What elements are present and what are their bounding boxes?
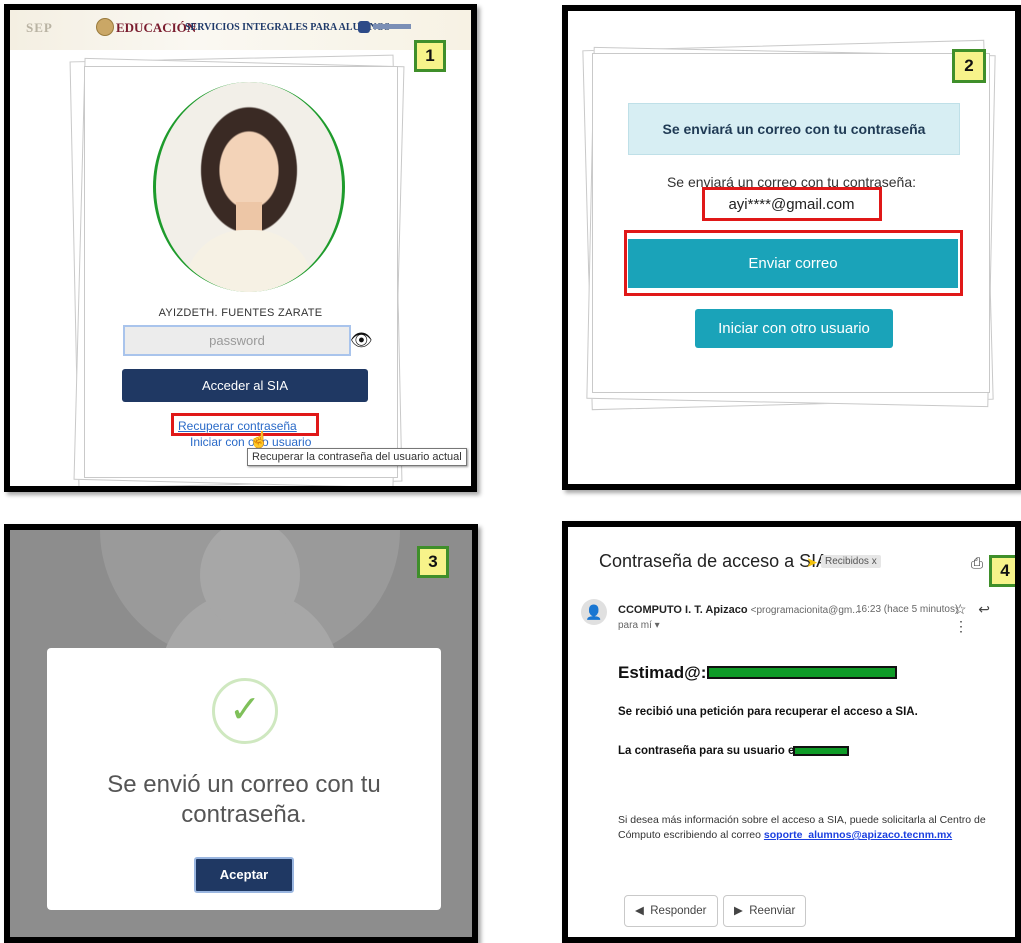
print-icon[interactable]: ⎙ bbox=[971, 555, 983, 572]
user-name: AYIZDETH. FUENTES ZARATE bbox=[158, 307, 323, 319]
redacted-password bbox=[793, 746, 849, 756]
highlight-email bbox=[702, 187, 882, 221]
panel-send-email: 2 Se enviará un correo con tu contraseña… bbox=[562, 5, 1021, 490]
tecnm-logo-text bbox=[373, 24, 411, 29]
user-photo bbox=[153, 82, 345, 292]
reply-label: Responder bbox=[650, 905, 707, 917]
more-icon[interactable]: ⋮ bbox=[954, 618, 968, 634]
tooltip: Recuperar la contraseña del usuario actu… bbox=[247, 448, 467, 466]
email-info: Si desea más información sobre el acceso… bbox=[618, 813, 988, 843]
forward-button[interactable]: ▶ Reenviar bbox=[723, 895, 807, 927]
panel-email-received: Contraseña de acceso a SIA ➤ Recibidos x… bbox=[562, 521, 1021, 943]
modal-title: Se envió un correo con tu contraseña. bbox=[107, 771, 381, 828]
star-icon[interactable]: ☆ bbox=[954, 601, 967, 617]
email-line-password: La contraseña para su usuario es: bbox=[618, 745, 805, 757]
password-input[interactable]: password bbox=[123, 325, 351, 356]
sep-logo: SEP bbox=[26, 20, 53, 35]
highlight-send-button bbox=[624, 230, 963, 296]
sender: CCOMPUTO I. T. Apizaco <programacionita@… bbox=[618, 604, 861, 616]
step-badge-4: 4 bbox=[989, 555, 1015, 587]
recipient[interactable]: para mí ▾ bbox=[618, 620, 660, 631]
panel-confirmation: 3 ✓ Se envió un correo con tu contraseña… bbox=[4, 524, 478, 943]
sender-avatar: 👤 bbox=[581, 599, 607, 625]
important-marker-icon[interactable]: ➤ bbox=[806, 554, 818, 571]
seal-icon bbox=[96, 18, 114, 36]
accept-button[interactable]: Aceptar bbox=[194, 857, 294, 893]
email-subject: Contraseña de acceso a SIA bbox=[599, 551, 829, 571]
panel-login: SEP EDUCACIÓN SERVICIOS INTEGRALES PARA … bbox=[4, 4, 477, 492]
inbox-label[interactable]: Recibidos x bbox=[821, 555, 881, 568]
email-line-request: Se recibió una petición para recuperar e… bbox=[618, 706, 918, 718]
sender-address: <programacionita@gm... bbox=[750, 605, 861, 616]
email-actions: ☆ ↩ ⋮ bbox=[954, 601, 1015, 635]
reply-icon: ◀ bbox=[635, 905, 644, 917]
forward-icon: ▶ bbox=[734, 905, 743, 917]
reply-button[interactable]: ◀ Responder bbox=[624, 895, 718, 927]
step-badge-1: 1 bbox=[414, 40, 446, 72]
support-email-link[interactable]: soporte_alumnos@apizaco.tecnm.mx bbox=[764, 829, 952, 841]
reply-icon[interactable]: ↩ bbox=[978, 601, 990, 617]
sia-header: SEP EDUCACIÓN SERVICIOS INTEGRALES PARA … bbox=[10, 10, 471, 50]
redacted-name bbox=[707, 666, 897, 679]
eye-icon[interactable]: 👁 bbox=[350, 330, 373, 351]
recover-password-link[interactable]: Recuperar contraseña bbox=[178, 419, 297, 433]
step-badge-2: 2 bbox=[952, 49, 986, 83]
tecnm-logo-icon bbox=[358, 21, 370, 33]
check-icon: ✓ bbox=[212, 678, 278, 744]
step-badge-3: 3 bbox=[417, 546, 449, 578]
avatar-silhouette-head bbox=[200, 530, 300, 630]
sender-name: CCOMPUTO I. T. Apizaco bbox=[618, 604, 748, 616]
hand-cursor-icon: ☝ bbox=[249, 432, 269, 449]
success-modal: ✓ Se envió un correo con tu contraseña. … bbox=[47, 648, 441, 910]
login-button[interactable]: Acceder al SIA bbox=[122, 369, 368, 402]
email-time: 16:23 (hace 5 minutos) bbox=[856, 604, 959, 615]
other-user-button[interactable]: Iniciar con otro usuario bbox=[695, 309, 893, 348]
email-greeting: Estimad@: bbox=[618, 663, 707, 682]
info-banner: Se enviará un correo con tu contraseña bbox=[628, 103, 960, 155]
forward-label: Reenviar bbox=[749, 905, 796, 917]
